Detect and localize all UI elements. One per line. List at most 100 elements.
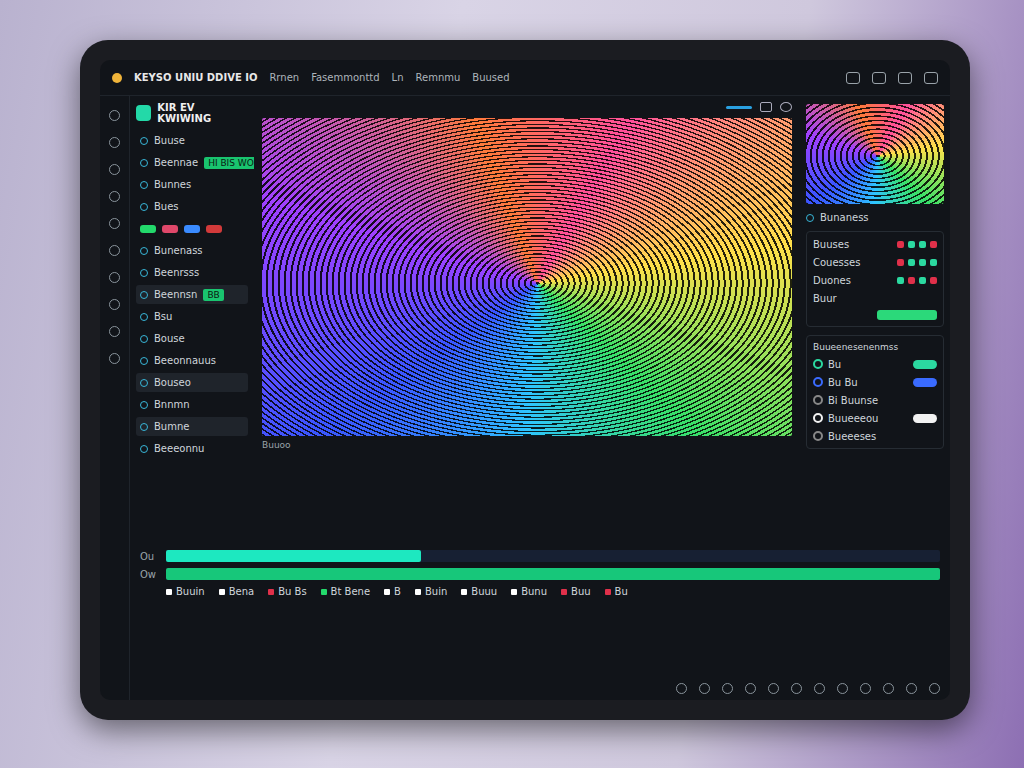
transport-bar — [140, 683, 940, 694]
timeline-marker[interactable]: Bu Bs — [268, 586, 306, 597]
color-chip[interactable] — [919, 259, 926, 266]
control-icon[interactable] — [837, 683, 848, 694]
color-chip[interactable] — [897, 277, 904, 284]
color-chip[interactable] — [919, 277, 926, 284]
timeline-track: Ow — [140, 568, 940, 580]
sidebar: KIR EV KWIWING Buuse BeennaeHI BIS WO Bunne… — [130, 96, 254, 540]
color-chip[interactable] — [908, 241, 915, 248]
fit-icon[interactable] — [760, 102, 772, 112]
color-chip[interactable] — [930, 241, 937, 248]
effects-box: BuueenesenenmssBuBu BuBi BuunseBuueeeouB… — [806, 335, 944, 449]
apply-button[interactable] — [877, 310, 937, 320]
timeline-marker[interactable]: Bunu — [511, 586, 547, 597]
control-icon[interactable] — [768, 683, 779, 694]
item-badge: BB — [203, 289, 223, 301]
sidebar-item[interactable]: Bunnes — [136, 175, 248, 194]
color-chip[interactable] — [930, 259, 937, 266]
tool-icon[interactable] — [109, 164, 120, 175]
item-icon — [140, 269, 148, 277]
sidebar-item[interactable]: BeennsnBB — [136, 285, 248, 304]
marker-row: Buuin Bena Bu Bs Bt Bene B Buin Buuu Bunu Buu Bu — [140, 586, 940, 597]
project-header: KIR EV KWIWING — [136, 102, 248, 124]
menu-item[interactable]: Buused — [472, 72, 509, 83]
control-icon[interactable] — [745, 683, 756, 694]
timeline-marker[interactable]: Buuu — [461, 586, 497, 597]
menu-item[interactable]: Remnmu — [416, 72, 461, 83]
control-icon[interactable] — [860, 683, 871, 694]
timeline-marker[interactable]: Bu — [605, 586, 628, 597]
toolbar-icon[interactable] — [898, 72, 912, 84]
menu-item[interactable]: Rrnen — [269, 72, 299, 83]
color-chip[interactable] — [908, 259, 915, 266]
sidebar-item[interactable]: Beenrsss — [136, 263, 248, 282]
timeline-marker[interactable]: B — [384, 586, 401, 597]
property-row: Couesses — [813, 256, 937, 268]
effect-icon — [813, 359, 823, 369]
sidebar-item[interactable]: Buuse — [136, 131, 248, 150]
item-icon — [140, 181, 148, 189]
effect-row: Bu Bu — [813, 376, 937, 388]
color-swatch[interactable] — [140, 225, 156, 233]
sidebar-item[interactable]: Bnnmn — [136, 395, 248, 414]
sidebar-item[interactable] — [136, 219, 248, 238]
effect-row: Bueeeses — [813, 430, 937, 442]
tool-icon[interactable] — [109, 191, 120, 202]
control-icon[interactable] — [929, 683, 940, 694]
timeline-marker[interactable]: Buu — [561, 586, 591, 597]
sidebar-item[interactable]: Beeeonnu — [136, 439, 248, 458]
timeline-marker[interactable]: Buuin — [166, 586, 205, 597]
control-icon[interactable] — [906, 683, 917, 694]
control-icon[interactable] — [722, 683, 733, 694]
sidebar-item[interactable]: Bumne — [136, 417, 248, 436]
sidebar-item[interactable]: Bues — [136, 197, 248, 216]
effect-toggle[interactable] — [913, 360, 937, 369]
toolbar-icon[interactable] — [924, 72, 938, 84]
control-icon[interactable] — [814, 683, 825, 694]
toolbar-icon[interactable] — [872, 72, 886, 84]
control-icon[interactable] — [699, 683, 710, 694]
toolbar-icon[interactable] — [846, 72, 860, 84]
tool-icon[interactable] — [109, 353, 120, 364]
menu-item[interactable]: Fasemmonttd — [311, 72, 379, 83]
record-icon[interactable] — [780, 102, 792, 112]
effect-toggle[interactable] — [913, 378, 937, 387]
color-chip[interactable] — [897, 259, 904, 266]
control-icon[interactable] — [676, 683, 687, 694]
tool-icon[interactable] — [109, 272, 120, 283]
sidebar-item[interactable]: Beeonnauus — [136, 351, 248, 370]
timeline-marker[interactable]: Bena — [219, 586, 254, 597]
section-icon — [806, 214, 814, 222]
color-chip[interactable] — [908, 277, 915, 284]
tool-icon[interactable] — [109, 137, 120, 148]
tool-icon[interactable] — [109, 245, 120, 256]
control-icon[interactable] — [791, 683, 802, 694]
tool-icon[interactable] — [109, 299, 120, 310]
sidebar-item[interactable]: Bunenass — [136, 241, 248, 260]
timeline-marker[interactable]: Bt Bene — [321, 586, 370, 597]
color-swatch[interactable] — [162, 225, 178, 233]
thumbnail[interactable] — [806, 104, 944, 204]
inspector-heading: Bunaness — [806, 212, 944, 223]
color-chip[interactable] — [919, 241, 926, 248]
sidebar-item[interactable]: Bsu — [136, 307, 248, 326]
effect-toggle[interactable] — [913, 414, 937, 423]
sidebar-item[interactable]: Bouseo — [136, 373, 248, 392]
color-swatch[interactable] — [206, 225, 222, 233]
track-bar[interactable] — [166, 568, 940, 580]
tool-icon[interactable] — [109, 218, 120, 229]
effect-icon — [813, 377, 823, 387]
sidebar-item[interactable]: Bouse — [136, 329, 248, 348]
title-bar: KEYSO UNIU DDIVE IORrnenFasemmonttdLnRem… — [100, 60, 950, 96]
tool-icon[interactable] — [109, 326, 120, 337]
preview-panel: Buuoo — [254, 96, 800, 540]
control-icon[interactable] — [883, 683, 894, 694]
timeline-marker[interactable]: Buin — [415, 586, 447, 597]
menu-item[interactable]: Ln — [392, 72, 404, 83]
room-photo: KEYSO UNIU DDIVE IORrnenFasemmonttdLnRem… — [0, 0, 1024, 768]
tool-icon[interactable] — [109, 110, 120, 121]
color-chip[interactable] — [897, 241, 904, 248]
color-chip[interactable] — [930, 277, 937, 284]
track-bar[interactable] — [166, 550, 940, 562]
color-swatch[interactable] — [184, 225, 200, 233]
sidebar-item[interactable]: BeennaeHI BIS WO — [136, 153, 248, 172]
